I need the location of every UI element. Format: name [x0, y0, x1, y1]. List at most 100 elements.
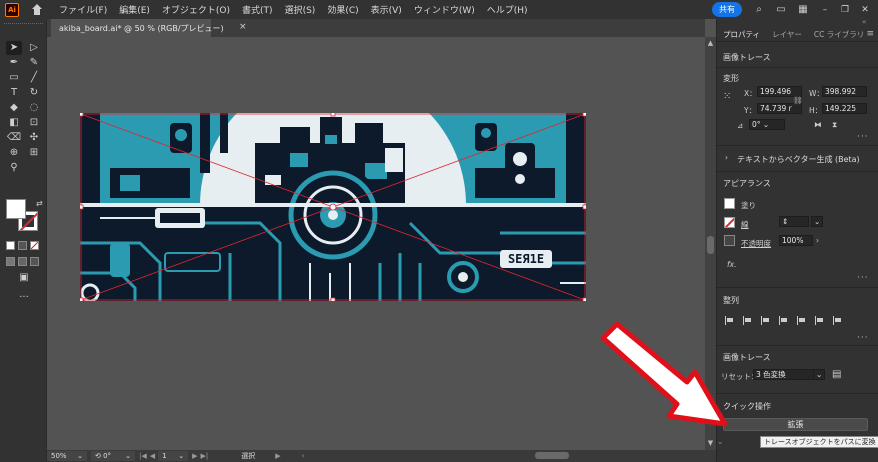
align-more-icon[interactable]: ··· [857, 333, 869, 343]
menu-effect[interactable]: 効果(C) [327, 3, 358, 16]
constrain-proportions-icon[interactable]: ⛓ [793, 96, 803, 105]
panel-menu-icon[interactable]: ≡ [866, 29, 874, 39]
image-trace-panel-icon[interactable]: ▤ [832, 369, 841, 380]
collapse-panels-icon[interactable]: « [862, 18, 866, 26]
eyedropper-tool-icon[interactable]: ⌫ [6, 131, 22, 145]
align-right-icon[interactable] [779, 316, 788, 325]
swap-fill-stroke-icon[interactable]: ⇄ [36, 199, 43, 208]
appearance-more-icon[interactable]: ··· [857, 273, 869, 283]
home-icon[interactable] [31, 3, 43, 16]
scroll-up-icon[interactable]: ▲ [706, 39, 715, 47]
align-top-icon[interactable] [797, 316, 806, 325]
stroke-weight-field[interactable]: ⇕ [779, 216, 809, 227]
opacity-field[interactable]: 100% [779, 235, 813, 246]
gradient-mode-icon[interactable] [18, 241, 27, 250]
minimize-icon[interactable]: – [818, 4, 832, 16]
menu-edit[interactable]: 編集(E) [119, 3, 150, 16]
none-mode-icon[interactable] [30, 241, 39, 250]
tab-layers[interactable]: レイヤー [766, 29, 808, 40]
curvature-tool-icon[interactable]: ✎ [26, 56, 42, 70]
artboard-tool-icon[interactable]: ⊞ [26, 146, 42, 160]
first-artboard-icon[interactable]: |◀ [139, 452, 147, 460]
fill-swatch[interactable] [6, 199, 26, 219]
eraser-tool-icon[interactable]: ◆ [6, 101, 22, 115]
restore-icon[interactable]: ❐ [838, 4, 852, 16]
status-menu-icon[interactable]: ▶ [275, 452, 280, 460]
rectangle-tool-icon[interactable]: ▭ [6, 71, 22, 85]
menu-window[interactable]: ウィンドウ(W) [414, 3, 475, 16]
last-artboard-icon[interactable]: ▶| [201, 452, 209, 460]
menu-file[interactable]: ファイル(F) [59, 3, 107, 16]
flip-horizontal-icon[interactable]: ⧓ [814, 120, 822, 129]
draw-behind-icon[interactable] [18, 257, 27, 266]
horizontal-scroll-thumb[interactable] [535, 452, 569, 459]
paintbrush-tool-icon[interactable]: ╱ [26, 71, 42, 85]
selection-tool-icon[interactable]: ➤ [6, 41, 22, 55]
x-label: X： [744, 89, 757, 98]
width-field[interactable]: 398.992 [822, 86, 867, 97]
zoom-tool-icon[interactable]: ⚲ [6, 161, 22, 175]
document-tab[interactable]: akiba_board.ai* @ 50 % (RGB/プレビュー) [51, 19, 224, 37]
scroll-down-icon[interactable]: ▼ [706, 439, 715, 447]
appearance-fill-swatch[interactable] [724, 198, 735, 209]
preset-chevron-icon[interactable]: ⌄ [813, 369, 825, 380]
expand-button[interactable]: 拡張 [723, 418, 868, 431]
tab-cc-libraries[interactable]: CC ライブラリ [808, 29, 870, 40]
type-tool-icon[interactable]: T [6, 86, 22, 100]
tab-properties[interactable]: プロパティ [717, 29, 766, 40]
align-left-icon[interactable] [743, 316, 752, 325]
rotation-field[interactable]: ⟲ 0° ⌄ [91, 451, 135, 461]
opacity-label[interactable]: 不透明度 [741, 238, 771, 249]
screen-mode-icon[interactable]: ▣ [16, 271, 32, 285]
traced-image: SEЯ1E [80, 113, 586, 301]
rotate-tool-icon[interactable]: ↻ [26, 86, 42, 100]
direct-selection-tool-icon[interactable]: ▷ [26, 41, 42, 55]
draw-normal-icon[interactable] [6, 257, 15, 266]
appearance-stroke-swatch[interactable] [724, 217, 735, 228]
scale-tool-icon[interactable]: ◧ [6, 116, 22, 130]
align-center-v-icon[interactable] [815, 316, 824, 325]
menu-type[interactable]: 書式(T) [242, 3, 273, 16]
flip-vertical-icon[interactable]: ⧗ [832, 120, 837, 130]
next-artboard-icon[interactable]: ▶ [192, 452, 197, 460]
height-field[interactable]: 149.225 [822, 103, 867, 114]
stroke-label[interactable]: 線 [741, 219, 749, 230]
menu-view[interactable]: 表示(V) [371, 3, 402, 16]
draw-inside-icon[interactable] [30, 257, 39, 266]
share-button[interactable]: 共有 [712, 2, 742, 17]
annotation-arrow [600, 321, 728, 427]
toolbar-grip[interactable] [4, 23, 43, 26]
align-center-h-icon[interactable] [761, 316, 770, 325]
close-window-icon[interactable]: ✕ [858, 4, 872, 16]
lasso-tool-icon[interactable]: ◌ [26, 101, 42, 115]
prev-artboard-icon[interactable]: ◀ [150, 452, 155, 460]
panel-scroll-down-icon[interactable]: ⌄ [717, 437, 723, 446]
menu-object[interactable]: オブジェクト(O) [162, 3, 230, 16]
pen-tool-icon[interactable]: ✒ [6, 56, 22, 70]
free-transform-tool-icon[interactable]: ⊡ [26, 116, 42, 130]
opacity-chevron-icon[interactable]: › [816, 236, 819, 245]
artboard-artwork[interactable]: SEЯ1E [80, 113, 586, 301]
edit-toolbar-icon[interactable]: ··· [16, 291, 32, 305]
align-bottom-icon[interactable] [833, 316, 842, 325]
reference-point-icon[interactable]: ⁙ [723, 91, 731, 102]
scroll-left-icon[interactable]: ‹ [302, 452, 305, 460]
workspace-icon[interactable]: ▭ [774, 4, 788, 16]
close-tab-icon[interactable]: × [239, 22, 247, 32]
zoom-field[interactable]: 50% ⌄ [47, 451, 87, 461]
chevron-right-icon[interactable]: › [725, 153, 728, 162]
stroke-weight-dropdown[interactable]: ⌄ [811, 216, 823, 227]
color-mode-icon[interactable] [6, 241, 15, 250]
menu-select[interactable]: 選択(S) [285, 3, 316, 16]
transform-more-icon[interactable]: ··· [857, 132, 869, 142]
angle-field[interactable]: 0° ⌄ [749, 119, 785, 130]
arrange-documents-icon[interactable]: ▦ [796, 4, 810, 16]
blend-tool-icon[interactable]: ✣ [26, 131, 42, 145]
menu-help[interactable]: ヘルプ(H) [487, 3, 528, 16]
artboard-number-field[interactable]: 1 ⌄ [158, 451, 189, 461]
search-icon[interactable]: ⌕ [752, 4, 766, 16]
fx-icon[interactable]: fx. [727, 260, 736, 269]
shape-builder-tool-icon[interactable]: ⊕ [6, 146, 22, 160]
text-to-vector-label[interactable]: テキストからベクター生成 (Beta) [737, 154, 860, 165]
vertical-scroll-thumb[interactable] [707, 236, 714, 254]
